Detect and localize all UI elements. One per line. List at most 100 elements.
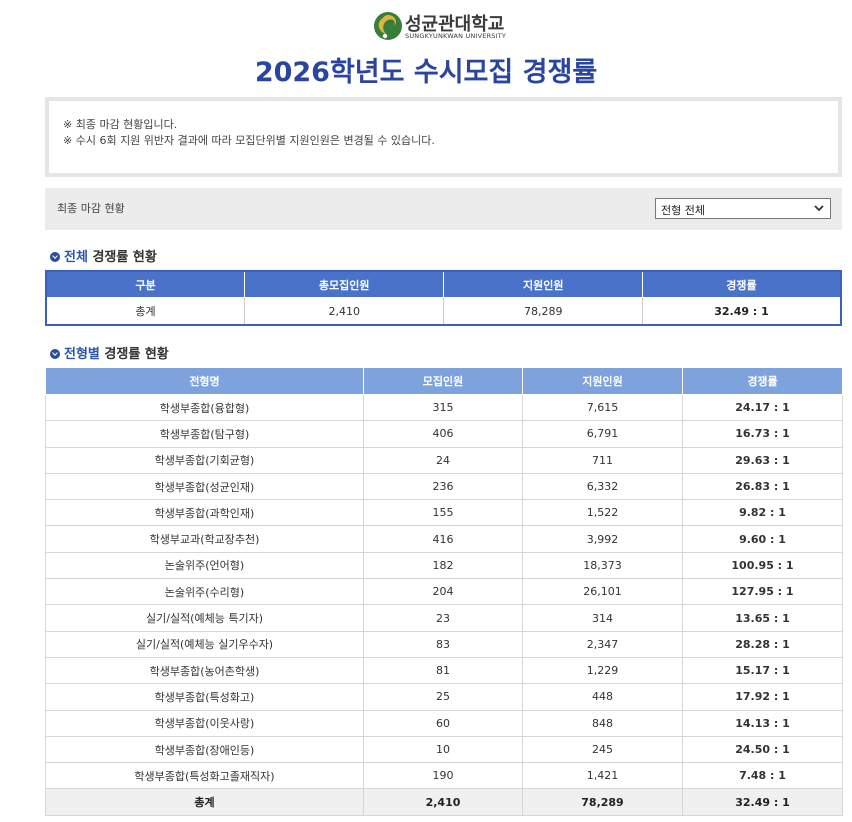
table-cell: 논술위주(수리형) [45, 578, 364, 606]
table-cell: 78,289 [443, 297, 643, 326]
column-header: 전형명 [45, 367, 364, 395]
check-circle-icon [50, 349, 60, 359]
select-value: 전형 전체 [661, 204, 705, 217]
table-cell: 236 [363, 472, 523, 501]
status-bar: 최종 마감 현황 전형 전체 [45, 188, 842, 230]
table-cell: 848 [522, 709, 683, 737]
check-circle-icon [50, 252, 60, 262]
table-cell: 10 [363, 735, 523, 764]
table-row: 실기/실적(예체능 특기자) 23 314 13.65 : 1 [45, 604, 843, 632]
section-title-rest: 경쟁률 현황 [87, 250, 157, 265]
table-row: 학생부교과(학교장추천) 416 3,992 9.60 : 1 [45, 525, 843, 553]
table-cell: 24.50 : 1 [682, 735, 843, 764]
table-cell: 1,421 [522, 762, 683, 790]
table-cell: 학생부교과(학교장추천) [45, 525, 364, 553]
table-header-row: 전형명 모집인원 지원인원 경쟁률 [45, 367, 843, 395]
table-cell: 23 [363, 604, 523, 632]
table-cell: 32.49 : 1 [682, 788, 843, 816]
table-cell: 315 [363, 393, 523, 422]
table-cell: 16.73 : 1 [682, 420, 843, 448]
table-cell: 3,992 [522, 525, 683, 553]
table-cell: 학생부종합(장애인등) [45, 735, 364, 764]
section-title-rest: 경쟁률 현황 [99, 347, 169, 362]
column-header: 모집인원 [363, 367, 523, 395]
table-cell: 28.28 : 1 [682, 630, 843, 658]
table-row: 학생부종합(농어촌학생) 81 1,229 15.17 : 1 [45, 656, 843, 685]
page-title: 2026학년도 수시모집 경쟁률 [254, 57, 598, 88]
table-cell: 14.13 : 1 [682, 709, 843, 737]
table-cell: 78,289 [522, 788, 683, 816]
table-cell: 17.92 : 1 [682, 683, 843, 711]
admission-type-select[interactable]: 전형 전체 [655, 198, 831, 219]
by-type-section-title: 전형별 경쟁률 현황 [50, 343, 169, 362]
table-cell: 1,229 [522, 656, 683, 685]
table-row: 학생부종합(과학인재) 155 1,522 9.82 : 1 [45, 499, 843, 527]
table-cell: 2,410 [243, 297, 445, 326]
table-cell: 총계 [45, 297, 245, 326]
table-cell: 학생부종합(기회균형) [45, 446, 364, 474]
table-cell: 2,347 [522, 630, 683, 658]
column-header: 경쟁률 [682, 367, 843, 395]
table-cell: 26,101 [522, 578, 683, 606]
table-cell: 9.82 : 1 [682, 499, 843, 527]
table-cell: 학생부종합(농어촌학생) [45, 656, 364, 685]
notice-line: ※ 최종 마감 현황입니다. [63, 118, 178, 131]
status-label: 최종 마감 현황 [57, 202, 125, 215]
section-title-highlight: 전형별 [64, 347, 100, 362]
table-cell: 18,373 [522, 551, 683, 580]
table-row: 논술위주(언어형) 182 18,373 100.95 : 1 [45, 551, 843, 580]
table-cell: 학생부종합(탐구형) [45, 420, 364, 448]
table-cell: 7,615 [522, 393, 683, 422]
table-cell: 127.95 : 1 [682, 578, 843, 606]
table-cell: 60 [363, 709, 523, 737]
table-total-row: 총계 2,410 78,289 32.49 : 1 [45, 788, 843, 816]
table-cell: 학생부종합(성균인재) [45, 472, 364, 501]
column-header: 구분 [45, 270, 245, 298]
table-row: 학생부종합(장애인등) 10 245 24.50 : 1 [45, 735, 843, 764]
table-row: 학생부종합(탐구형) 406 6,791 16.73 : 1 [45, 420, 843, 448]
overall-section-title: 전체 경쟁률 현황 [50, 246, 157, 265]
table-row: 실기/실적(예체능 실기우수자) 83 2,347 28.28 : 1 [45, 630, 843, 658]
section-title-highlight: 전체 [64, 250, 88, 265]
logo-subtitle: SUNGKYUNKWAN UNIVERSITY [405, 32, 507, 40]
table-row: 학생부종합(기회균형) 24 711 29.63 : 1 [45, 446, 843, 474]
table-row: 학생부종합(융합형) 315 7,615 24.17 : 1 [45, 393, 843, 422]
table-cell: 314 [522, 604, 683, 632]
table-cell: 204 [363, 578, 523, 606]
table-cell: 448 [522, 683, 683, 711]
table-cell: 7.48 : 1 [682, 762, 843, 790]
table-cell: 29.63 : 1 [682, 446, 843, 474]
table-cell: 6,791 [522, 420, 683, 448]
table-row: 학생부종합(이웃사랑) 60 848 14.13 : 1 [45, 709, 843, 737]
table-cell: 245 [522, 735, 683, 764]
table-cell: 155 [363, 499, 523, 527]
table-cell: 406 [363, 420, 523, 448]
overall-table: 구분 총모집인원 지원인원 경쟁률 총계 2,410 78,289 32.49 … [45, 270, 842, 326]
table-cell: 711 [522, 446, 683, 474]
table-header-row: 구분 총모집인원 지원인원 경쟁률 [45, 270, 842, 298]
university-logo: 성균관대학교 SUNGKYUNKWAN UNIVERSITY [372, 8, 522, 44]
table-cell: 학생부종합(이웃사랑) [45, 709, 364, 737]
table-cell: 총계 [45, 788, 364, 816]
table-cell: 24 [363, 446, 523, 474]
table-cell: 1,522 [522, 499, 683, 527]
table-cell: 100.95 : 1 [682, 551, 843, 580]
table-row: 학생부종합(특성화고졸재직자) 190 1,421 7.48 : 1 [45, 762, 843, 790]
table-cell: 6,332 [522, 472, 683, 501]
table-cell: 학생부종합(특성화고) [45, 683, 364, 711]
notice-box: ※ 최종 마감 현황입니다. ※ 수시 6회 지원 위반자 결과에 따라 모집단… [45, 97, 842, 177]
column-header: 총모집인원 [243, 270, 445, 298]
table-cell: 25 [363, 683, 523, 711]
table-row: 학생부종합(특성화고) 25 448 17.92 : 1 [45, 683, 843, 711]
university-logo-icon [374, 12, 402, 40]
table-cell: 83 [363, 630, 523, 658]
table-cell: 13.65 : 1 [682, 604, 843, 632]
table-cell: 182 [363, 551, 523, 580]
notice-line: ※ 수시 6회 지원 위반자 결과에 따라 모집단위별 지원인원은 변경될 수 … [63, 134, 435, 147]
table-cell: 학생부종합(과학인재) [45, 499, 364, 527]
column-header: 지원인원 [522, 367, 683, 395]
column-header: 지원인원 [443, 270, 643, 298]
by-type-table: 전형명 모집인원 지원인원 경쟁률 학생부종합(융합형) 315 7,615 24.1… [45, 367, 843, 816]
column-header: 경쟁률 [641, 270, 842, 298]
table-cell: 26.83 : 1 [682, 472, 843, 501]
